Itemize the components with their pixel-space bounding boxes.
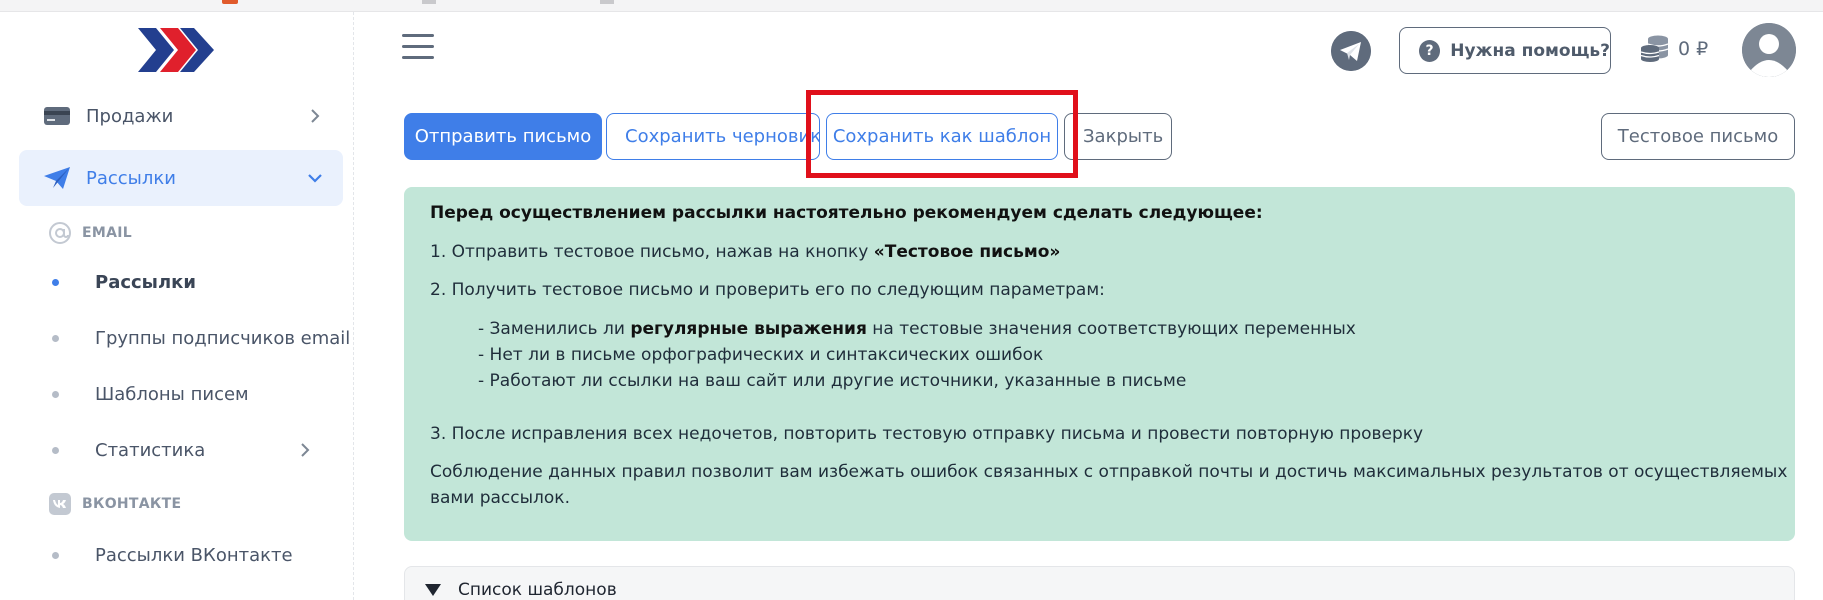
balance-amount[interactable]: 0 ₽ bbox=[1678, 38, 1708, 60]
tab-favicon bbox=[222, 0, 238, 4]
avatar[interactable] bbox=[1742, 23, 1796, 77]
triangle-down-icon bbox=[425, 584, 441, 596]
subitem-label: Рассылки bbox=[95, 271, 196, 293]
vk-icon bbox=[49, 493, 71, 515]
chevron-down-icon bbox=[308, 174, 322, 183]
sidebar-subitem-email-groups[interactable]: Группы подписчиков email bbox=[52, 322, 352, 354]
section-vk: ВКОНТАКТЕ bbox=[48, 492, 181, 516]
section-label: EMAIL bbox=[82, 225, 132, 241]
paper-plane-icon bbox=[44, 167, 70, 189]
save-draft-button[interactable]: Сохранить черновик bbox=[606, 113, 820, 160]
send-letter-button[interactable]: Отправить письмо bbox=[404, 113, 602, 160]
telegram-icon[interactable] bbox=[1331, 31, 1371, 71]
subitem-label: Группы подписчиков email bbox=[95, 327, 351, 349]
info-step-1: 1. Отправить тестовое письмо, нажав на к… bbox=[430, 242, 1061, 262]
sidebar-item-label: Продажи bbox=[86, 105, 174, 127]
info-step-3: 3. После исправления всех недочетов, пов… bbox=[430, 424, 1424, 444]
save-as-template-button[interactable]: Сохранить как шаблон bbox=[826, 113, 1058, 160]
subitem-label: Статистика bbox=[95, 439, 206, 461]
logo[interactable] bbox=[136, 26, 216, 74]
close-button[interactable]: Закрыть bbox=[1064, 113, 1172, 160]
bullet-dot bbox=[52, 335, 59, 342]
coins-icon bbox=[1640, 35, 1669, 62]
hamburger-menu-icon[interactable] bbox=[402, 34, 434, 62]
sidebar-item-mailings[interactable]: Рассылки bbox=[19, 150, 343, 206]
section-email: EMAIL bbox=[48, 221, 132, 245]
bullet-dot bbox=[52, 279, 59, 286]
bullet-dot bbox=[52, 552, 59, 559]
bullet-dot bbox=[52, 447, 59, 454]
sidebar: Продажи Рассылки EMAIL Рассылки Группы п… bbox=[4, 12, 354, 600]
info-check-1: - Заменились ли регулярные выражения на … bbox=[478, 319, 1356, 339]
info-footer-1: Соблюдение данных правил позволит вам из… bbox=[430, 462, 1788, 482]
tab-favicon bbox=[600, 0, 614, 4]
test-letter-button[interactable]: Тестовое письмо bbox=[1601, 113, 1795, 160]
sidebar-item-sales[interactable]: Продажи bbox=[19, 88, 343, 144]
info-footer-2: вами рассылок. bbox=[430, 488, 570, 508]
templates-list-label: Список шаблонов bbox=[458, 580, 617, 600]
at-sign-icon bbox=[49, 222, 71, 244]
browser-top-strip bbox=[0, 0, 1823, 12]
bullet-dot bbox=[52, 391, 59, 398]
chevron-right-icon bbox=[311, 109, 320, 123]
sidebar-subitem-templates[interactable]: Шаблоны писем bbox=[52, 378, 352, 410]
info-heading: Перед осуществлением рассылки настоятель… bbox=[430, 203, 1263, 223]
info-check-2: - Нет ли в письме орфографических и синт… bbox=[478, 345, 1044, 365]
chevron-right-icon bbox=[301, 443, 310, 457]
help-button[interactable]: ? Нужна помощь? bbox=[1399, 27, 1611, 74]
subitem-label: Рассылки ВКонтакте bbox=[95, 544, 293, 566]
recommendations-panel: Перед осуществлением рассылки настоятель… bbox=[404, 187, 1795, 541]
sidebar-subitem-mailings[interactable]: Рассылки bbox=[52, 266, 352, 298]
sidebar-subitem-statistics[interactable]: Статистика bbox=[52, 434, 352, 466]
sidebar-item-label: Рассылки bbox=[86, 167, 176, 189]
help-label: Нужна помощь? bbox=[1450, 40, 1610, 61]
templates-list-toggle[interactable]: Список шаблонов bbox=[404, 566, 1795, 600]
section-label: ВКОНТАКТЕ bbox=[82, 496, 182, 512]
info-step-2: 2. Получить тестовое письмо и проверить … bbox=[430, 280, 1105, 300]
tab-favicon bbox=[422, 0, 436, 4]
credit-card-icon bbox=[44, 107, 70, 125]
question-icon: ? bbox=[1419, 39, 1441, 62]
sidebar-subitem-vk-mailings[interactable]: Рассылки ВКонтакте bbox=[52, 539, 352, 571]
subitem-label: Шаблоны писем bbox=[95, 383, 249, 405]
info-check-3: - Работают ли ссылки на ваш сайт или дру… bbox=[478, 371, 1187, 391]
